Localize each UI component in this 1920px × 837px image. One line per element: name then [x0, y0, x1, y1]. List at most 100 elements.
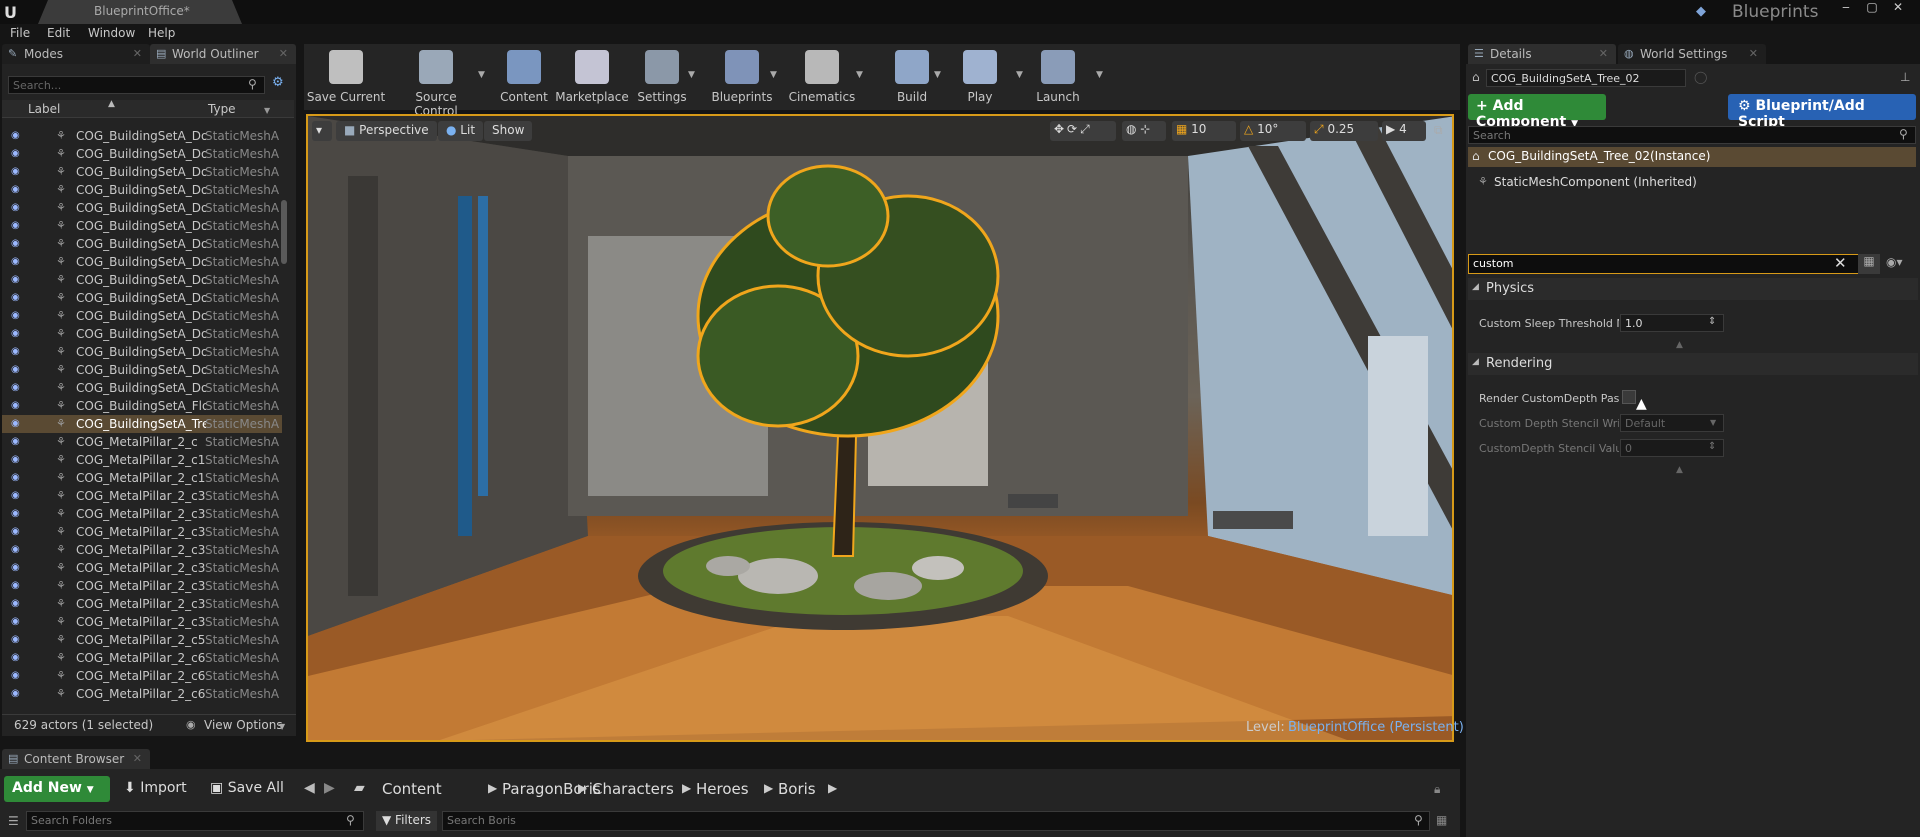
settings-dropdown-icon[interactable]: ▼	[688, 70, 695, 80]
visibility-eye-icon[interactable]: ◉▾	[1886, 255, 1903, 269]
outliner-row[interactable]: ◉ ⚘ COG_BuildingSetA_DoorStaticMeshAc	[2, 379, 282, 397]
outliner-row[interactable]: ◉ ⚘ COG_BuildingSetA_DoorStaticMeshAc	[2, 163, 282, 181]
rotation-snap-toggle[interactable]: △ 10°	[1240, 121, 1306, 141]
visibility-eye-icon[interactable]: ◉	[11, 346, 20, 357]
outliner-row[interactable]: ◉ ⚘ COG_BuildingSetA_DoorStaticMeshAc	[2, 253, 282, 271]
visibility-eye-icon[interactable]: ◉	[11, 670, 20, 681]
filters-button[interactable]: ▼ Filters	[376, 811, 438, 831]
outliner-row[interactable]: ◉ ⚘ COG_MetalPillar_2_c35 StaticMeshAc	[2, 595, 282, 613]
outliner-row[interactable]: ◉ ⚘ COG_MetalPillar_2_c StaticMeshAc	[2, 433, 282, 451]
marketplace-button[interactable]: Marketplace	[552, 48, 632, 108]
clear-search-icon[interactable]: ✕	[1834, 254, 1847, 272]
cinematics-dropdown-icon[interactable]: ▼	[856, 70, 863, 80]
visibility-eye-icon[interactable]: ◉	[11, 634, 20, 645]
close-icon[interactable]: ✕	[133, 47, 142, 60]
forward-arrow-icon[interactable]: ▶	[324, 780, 335, 796]
outliner-row[interactable]: ◉ ⚘ COG_BuildingSetA_DoorStaticMeshAc	[2, 307, 282, 325]
tab-world-settings[interactable]: ◍ World Settings ✕	[1618, 44, 1766, 64]
blueprint-add-script-button[interactable]: ⚙ Blueprint/Add Script	[1728, 94, 1916, 130]
visibility-eye-icon[interactable]: ◉	[11, 526, 20, 537]
category-rendering[interactable]: ◢ Rendering	[1468, 353, 1918, 375]
advanced-expand-icon[interactable]: ▲	[1676, 340, 1683, 350]
menu-window[interactable]: Window	[88, 26, 135, 40]
launch-dropdown-icon[interactable]: ▼	[1096, 70, 1103, 80]
actor-name-field[interactable]: COG_BuildingSetA_Tree_02	[1486, 69, 1686, 87]
document-tab[interactable]: BlueprintOffice*	[38, 0, 242, 24]
view-options-button[interactable]: View Options	[204, 718, 283, 732]
outliner-row[interactable]: ◉ ⚘ COG_MetalPillar_2_c59 StaticMeshAc	[2, 631, 282, 649]
outliner-row[interactable]: ◉ ⚘ COG_BuildingSetA_DoorStaticMeshAc	[2, 145, 282, 163]
visibility-eye-icon[interactable]: ◉	[11, 238, 20, 249]
add-component-button[interactable]: + Add Component ▼	[1468, 94, 1606, 130]
advanced-expand-icon[interactable]: ▲	[1676, 465, 1683, 475]
search-assets-input[interactable]: Search Boris	[442, 811, 1430, 831]
save-all-button[interactable]: ▣ Save All	[202, 776, 292, 802]
outliner-row[interactable]: ◉ ⚘ COG_MetalPillar_2_c34 StaticMeshAc	[2, 559, 282, 577]
outliner-row[interactable]: ◉ ⚘ COG_BuildingSetA_DoorStaticMeshAc	[2, 181, 282, 199]
visibility-eye-icon[interactable]: ◉	[11, 130, 20, 141]
outliner-row[interactable]: ◉ ⚘ COG_BuildingSetA_DoorStaticMeshAc	[2, 127, 282, 145]
render-custom-depth-checkbox[interactable]	[1622, 390, 1636, 404]
camera-speed-button[interactable]: ▶ 4	[1382, 121, 1426, 141]
outliner-row[interactable]: ◉ ⚘ COG_MetalPillar_2_c16 StaticMeshAc	[2, 469, 282, 487]
column-type-header[interactable]: Type	[208, 102, 236, 116]
breadcrumb-item[interactable]: Characters	[592, 780, 674, 798]
outliner-row[interactable]: ◉ ⚘ COG_BuildingSetA_DoorStaticMeshAc	[2, 235, 282, 253]
menu-help[interactable]: Help	[148, 26, 175, 40]
pin-icon[interactable]: ⊥	[1900, 70, 1910, 84]
viewport-options-button[interactable]: ▾	[312, 121, 332, 141]
breadcrumb-item[interactable]: Boris	[778, 780, 816, 798]
property-matrix-icon[interactable]: ▦	[1858, 254, 1880, 274]
visibility-eye-icon[interactable]: ◉	[11, 256, 20, 267]
scale-snap-toggle[interactable]: ⤢ 0.25	[1310, 121, 1378, 141]
close-icon[interactable]: ✕	[133, 752, 142, 765]
breadcrumb-chevron-icon[interactable]: ▶	[764, 781, 773, 795]
outliner-settings-icon[interactable]: ⚙	[272, 75, 284, 90]
spin-icon[interactable]: ⇕	[1708, 316, 1716, 327]
visibility-eye-icon[interactable]: ◉	[11, 364, 20, 375]
components-search-input[interactable]: Search	[1468, 126, 1916, 144]
view-toggle-icon[interactable]: ▦	[1436, 813, 1447, 827]
outliner-row[interactable]: ◉ ⚘ COG_BuildingSetA_DoorStaticMeshAc	[2, 325, 282, 343]
visibility-eye-icon[interactable]: ◉	[11, 166, 20, 177]
lit-button[interactable]: ● Lit	[438, 121, 484, 141]
outliner-row[interactable]: ◉ ⚘ COG_MetalPillar_2_c34 StaticMeshAc	[2, 577, 282, 595]
visibility-eye-icon[interactable]: ◉	[11, 148, 20, 159]
visibility-eye-icon[interactable]: ◉	[11, 274, 20, 285]
column-dropdown-icon[interactable]: ▼	[264, 106, 270, 115]
outliner-row[interactable]: ◉ ⚘ COG_MetalPillar_2_c63 StaticMeshAc	[2, 685, 282, 703]
outliner-row[interactable]: ◉ ⚘ COG_MetalPillar_2_c33 StaticMeshAc	[2, 541, 282, 559]
lock-icon[interactable]: 🔒︎	[1434, 782, 1440, 797]
visibility-eye-icon[interactable]: ◉	[11, 562, 20, 573]
breadcrumb-item[interactable]: Heroes	[696, 780, 749, 798]
import-button[interactable]: ⬇ Import	[116, 776, 195, 802]
source-control-button[interactable]: Source Control	[396, 48, 476, 118]
breadcrumb-chevron-icon[interactable]: ▶	[488, 781, 497, 795]
show-button[interactable]: Show	[484, 121, 533, 141]
level-viewport[interactable]	[306, 114, 1454, 742]
column-label-header[interactable]: Label	[28, 102, 60, 116]
add-new-button[interactable]: Add New ▼	[4, 776, 110, 802]
grid-snap-toggle[interactable]: ▦ 10	[1172, 121, 1236, 141]
outliner-row[interactable]: ◉ ⚘ COG_MetalPillar_2_c36 StaticMeshAc	[2, 613, 282, 631]
outliner-row[interactable]: ◉ ⚘ COG_BuildingSetA_DoorStaticMeshAc	[2, 361, 282, 379]
visibility-eye-icon[interactable]: ◉	[11, 598, 20, 609]
breadcrumb-item[interactable]: Content	[382, 780, 442, 798]
visibility-eye-icon[interactable]: ◉	[11, 220, 20, 231]
visibility-eye-icon[interactable]: ◉	[11, 616, 20, 627]
visibility-eye-icon[interactable]: ◉	[11, 400, 20, 411]
visibility-eye-icon[interactable]: ◉	[11, 310, 20, 321]
outliner-row[interactable]: ◉ ⚘ COG_BuildingSetA_DoorStaticMeshAc	[2, 217, 282, 235]
outliner-row[interactable]: ◉ ⚘ COG_MetalPillar_2_c32 StaticMeshAc	[2, 505, 282, 523]
outliner-search-input[interactable]: Search...	[8, 76, 265, 94]
visibility-eye-icon[interactable]: ◉	[11, 472, 20, 483]
close-icon[interactable]: ✕	[1599, 47, 1608, 60]
outliner-row[interactable]: ◉ ⚘ COG_BuildingSetA_DoorStaticMeshAc	[2, 271, 282, 289]
outliner-scrollbar[interactable]	[281, 200, 287, 264]
play-button[interactable]: Play	[940, 48, 1020, 108]
category-physics[interactable]: ◢ Physics	[1468, 278, 1918, 300]
visibility-eye-icon[interactable]: ◉	[11, 490, 20, 501]
visibility-eye-icon[interactable]: ◉	[11, 292, 20, 303]
close-window-button[interactable]: ✕	[1886, 0, 1910, 16]
visibility-eye-icon[interactable]: ◉	[11, 436, 20, 447]
